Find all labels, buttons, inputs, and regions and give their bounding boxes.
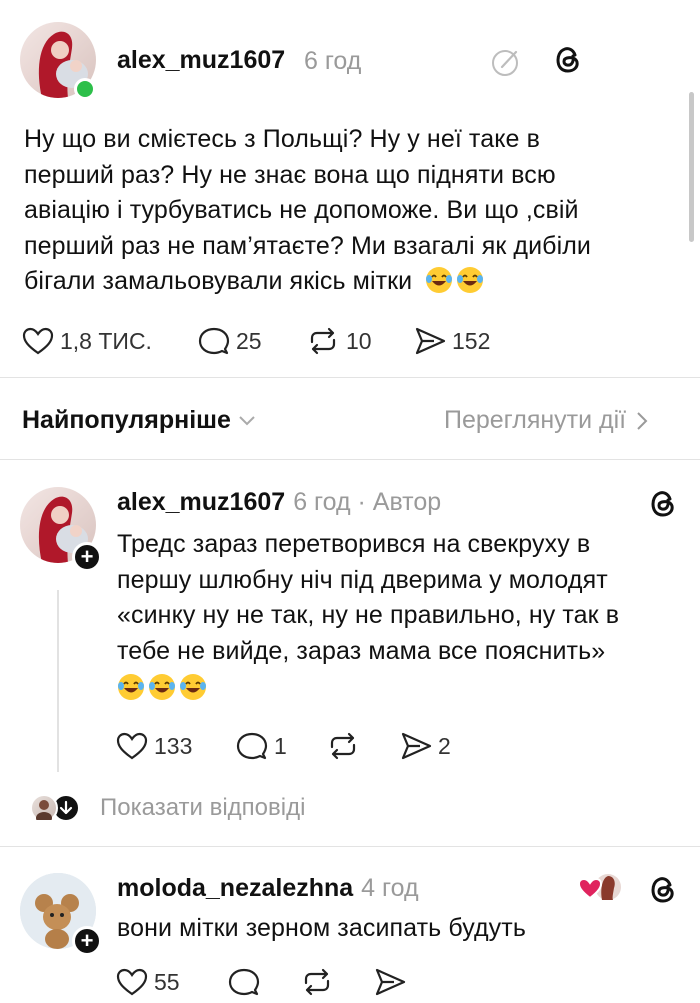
comment-icon — [228, 968, 260, 996]
post-text-line: авіацію і турбуватись не допоможе. Ви що… — [24, 196, 579, 224]
repost-icon — [304, 968, 330, 996]
view-activity-label: Переглянути дії — [444, 406, 627, 434]
repost-icon — [330, 732, 356, 760]
like-button[interactable]: 133 — [116, 731, 192, 761]
thread-line — [57, 590, 59, 772]
share-icon — [415, 327, 446, 355]
view-activity-link[interactable]: Переглянути дії — [444, 406, 648, 435]
heart-icon — [116, 732, 148, 760]
post-text-line: Ну що ви смієтесь з Польщі? Ну у неї так… — [24, 125, 540, 153]
threads-icon[interactable] — [553, 44, 583, 79]
follow-plus-button[interactable]: + — [72, 926, 102, 956]
follow-plus-button[interactable]: + — [72, 542, 102, 572]
post-text-line: перший раз? Ну не знає вона що підняти в… — [24, 160, 556, 189]
edit-circle-icon[interactable] — [490, 46, 522, 83]
laughing-emoji-icon — [425, 266, 453, 294]
reply-header: alex_muz1607 6 год · Автор — [117, 488, 441, 517]
share-button[interactable]: 2 — [400, 731, 451, 761]
reply-header: moloda_nezalezhna 4 год — [117, 874, 419, 903]
comment-button[interactable]: 1 — [236, 731, 287, 761]
like-button[interactable]: 1,8 ТИС. — [22, 326, 152, 356]
reply-meta: 6 год · Автор — [293, 488, 442, 516]
share-icon — [401, 732, 432, 760]
reply-text: Тредс зараз перетворився на свекруху в п… — [117, 527, 687, 705]
post-text-line: бігали замальовували якісь мітки — [24, 264, 664, 300]
repost-icon — [310, 327, 336, 355]
like-count: 1,8 ТИС. — [60, 327, 152, 354]
post-text-line-last: бігали замальовували якісь мітки — [24, 267, 413, 295]
sort-dropdown[interactable]: Найпопулярніше — [22, 406, 257, 435]
repost-button[interactable]: 10 — [306, 326, 372, 356]
share-icon — [375, 968, 406, 996]
comment-button[interactable]: 25 — [198, 326, 262, 356]
comment-count: 25 — [236, 327, 262, 354]
threads-icon[interactable] — [648, 488, 678, 523]
avatar — [30, 794, 58, 824]
share-count: 2 — [438, 732, 451, 759]
chevron-down-icon — [239, 415, 255, 425]
scrollbar[interactable] — [689, 92, 694, 242]
post-text: Ну що ви смієтесь з Польщі? Ну у неї так… — [24, 122, 664, 300]
reply-text-line: «синку ну не так, ну не правильно, ну та… — [117, 601, 620, 629]
share-button[interactable] — [374, 967, 406, 997]
laughing-emoji-icon — [456, 266, 484, 294]
repost-button[interactable] — [326, 731, 360, 761]
laughing-emoji-icon — [179, 673, 207, 701]
heart-icon — [116, 968, 148, 996]
repost-button[interactable] — [300, 967, 334, 997]
reply-username[interactable]: moloda_nezalezhna — [117, 874, 353, 903]
laughing-emoji-icon — [148, 673, 176, 701]
reply-text-line: першу шлюбну ніч під дверима у молодят — [117, 565, 608, 594]
emoji-row — [117, 669, 687, 705]
comment-icon — [198, 327, 230, 355]
online-status-dot — [74, 78, 96, 100]
liked-by-author-badge — [577, 872, 624, 902]
divider — [0, 377, 700, 378]
comment-button[interactable] — [228, 967, 260, 997]
laughing-emoji-icon — [117, 673, 145, 701]
share-count: 152 — [452, 327, 491, 354]
repost-count: 10 — [346, 327, 372, 354]
like-button[interactable]: 55 — [116, 967, 180, 997]
reply-time: 4 год — [361, 874, 419, 902]
sort-label: Найпопулярніше — [22, 406, 231, 434]
comment-count: 1 — [274, 732, 287, 759]
reply-text-line: тебе не вийде, зараз мама все пояснить» — [117, 636, 606, 665]
divider — [0, 846, 700, 847]
like-count: 133 — [154, 732, 193, 759]
post-username[interactable]: alex_muz1607 — [117, 46, 285, 75]
divider — [0, 459, 700, 460]
show-replies-button[interactable]: Показати відповіді — [30, 794, 306, 824]
post-time: 6 год — [304, 47, 362, 75]
reply-username[interactable]: alex_muz1607 — [117, 488, 285, 517]
comment-icon — [236, 732, 268, 760]
share-button[interactable]: 152 — [414, 326, 490, 356]
show-replies-label: Показати відповіді — [100, 794, 306, 821]
reply-text-line: Тредс зараз перетворився на свекруху в — [117, 530, 591, 558]
chevron-right-icon — [637, 411, 648, 430]
reply-text: вони мітки зерном засипать будуть — [117, 914, 526, 942]
threads-icon[interactable] — [648, 874, 678, 909]
post-text-line: перший раз не пам’ятаєте? Ми взагалі як … — [24, 231, 592, 260]
heart-icon — [22, 327, 54, 355]
like-count: 55 — [154, 968, 180, 995]
